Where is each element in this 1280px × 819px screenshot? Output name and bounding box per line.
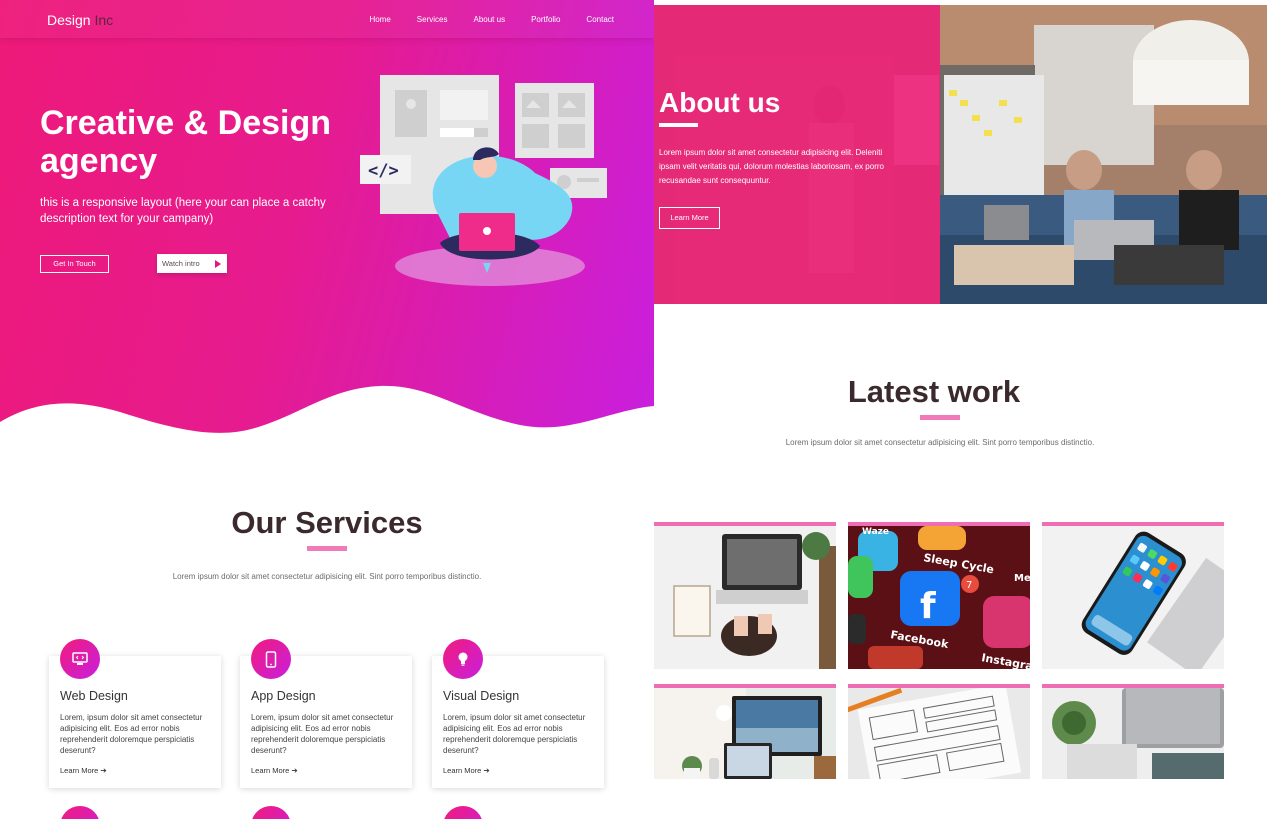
service-description: Lorem, ipsum dolor sit amet consectetur … — [443, 713, 586, 755]
service-icon-partial — [443, 806, 483, 819]
learn-more-link[interactable]: Learn More ➔ — [443, 766, 490, 775]
service-description: Lorem, ipsum dolor sit amet consectetur … — [251, 713, 394, 755]
about-title-underline — [659, 123, 698, 127]
code-symbol: </> — [368, 161, 399, 181]
plant-laptop-photo — [1042, 688, 1224, 779]
notification-badge: 7 — [966, 580, 972, 591]
work-tile-desk-monitor[interactable] — [654, 684, 836, 779]
svg-text:f: f — [920, 586, 936, 627]
hero-description: this is a responsive layout (here your c… — [40, 197, 326, 225]
nav-about[interactable]: About us — [473, 15, 505, 24]
desk-monitor-photo — [654, 688, 836, 779]
logo-main: Design — [47, 12, 91, 28]
smartphone-photo — [1042, 526, 1224, 669]
service-name: Visual Design — [443, 689, 520, 703]
latest-work-underline — [920, 415, 960, 420]
social-apps-photo: Waze Sleep Cycle f 7 Facebook Instagram … — [848, 526, 1030, 669]
nav-contact[interactable]: Contact — [586, 15, 614, 24]
nav-home[interactable]: Home — [369, 15, 390, 24]
play-icon — [215, 260, 221, 268]
monitor-code-icon — [60, 639, 100, 679]
about-text: Lorem ipsum dolor sit amet consectetur a… — [659, 148, 884, 185]
get-in-touch-button[interactable]: Get In Touch — [40, 255, 109, 273]
about-section: About us Lorem ipsum dolor sit amet cons… — [654, 5, 1267, 304]
services-subtitle: Lorem ipsum dolor sit amet consectetur a… — [172, 572, 482, 581]
nav-menu: Home Services About us Portfolio Contact — [343, 15, 614, 24]
work-tile-plant-laptop[interactable] — [1042, 684, 1224, 779]
latest-work-subtitle: Lorem ipsum dolor sit amet consectetur a… — [785, 438, 1095, 447]
watch-intro-label: Watch intro — [162, 259, 200, 268]
work-tile-laptop[interactable] — [654, 522, 836, 669]
logo-accent: Inc — [94, 12, 114, 28]
service-icon-partial — [251, 806, 291, 819]
sketch-paper-photo — [848, 688, 1030, 779]
hero-title: Creative & Design agency — [40, 104, 331, 180]
service-name: Web Design — [60, 689, 128, 703]
work-tile-sketch-paper[interactable] — [848, 684, 1030, 779]
hero-section: Design Inc Home Services About us Portfo… — [0, 0, 654, 470]
landing-page: Design Inc Home Services About us Portfo… — [0, 0, 1280, 819]
app-label-mes: Mes — [1014, 573, 1030, 584]
watch-intro-button[interactable]: Watch intro — [157, 254, 227, 273]
services-title-underline — [307, 546, 347, 551]
mobile-phone-icon — [251, 639, 291, 679]
hero-wave-divider — [0, 385, 654, 470]
lightbulb-icon — [443, 639, 483, 679]
nav-portfolio[interactable]: Portfolio — [531, 15, 560, 24]
nav-services[interactable]: Services — [417, 15, 448, 24]
work-tile-social-apps[interactable]: Waze Sleep Cycle f 7 Facebook Instagram … — [848, 522, 1030, 669]
logo[interactable]: Design Inc — [47, 12, 113, 28]
services-title: Our Services — [231, 505, 423, 540]
service-icon-partial — [60, 806, 100, 819]
learn-more-link[interactable]: Learn More ➔ — [60, 766, 107, 775]
hero-illustration: </> — [360, 75, 607, 286]
learn-more-link[interactable]: Learn More ➔ — [251, 766, 298, 775]
latest-work-title: Latest work — [847, 374, 1021, 409]
about-learn-more-button[interactable]: Learn More — [659, 207, 720, 229]
app-label-waze: Waze — [862, 527, 889, 537]
service-name: App Design — [251, 689, 316, 703]
laptop-desk-photo — [654, 526, 836, 669]
service-description: Lorem, ipsum dolor sit amet consectetur … — [60, 713, 203, 755]
work-tile-smartphone[interactable] — [1042, 522, 1224, 669]
navbar: Design Inc Home Services About us Portfo… — [0, 0, 654, 38]
about-title: About us — [659, 87, 781, 118]
